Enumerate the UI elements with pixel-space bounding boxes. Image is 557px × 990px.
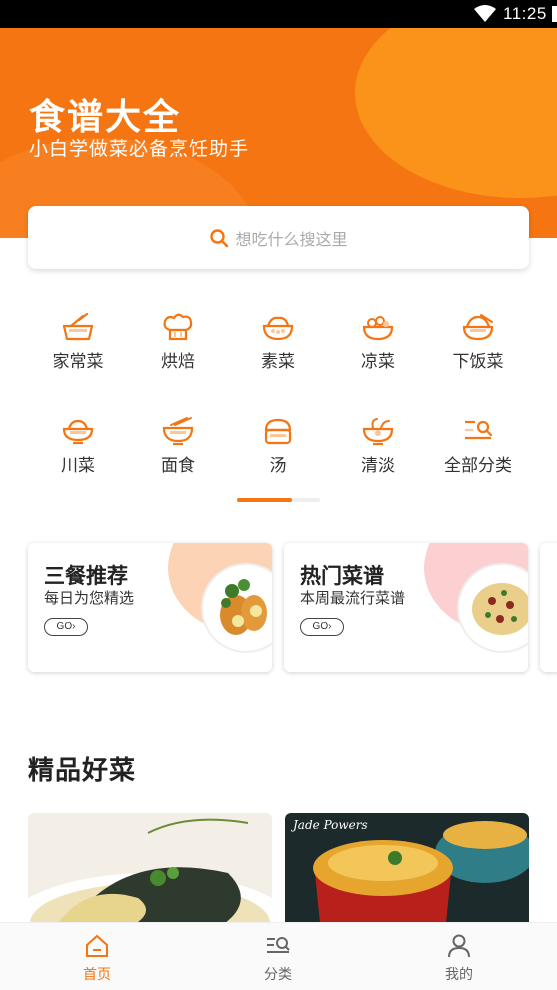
category-label: 汤 <box>269 456 287 476</box>
category-list-icon <box>267 937 290 953</box>
dish-card-image[interactable]: Jade Powers <box>285 813 529 933</box>
app-title: 食谱大全 <box>29 97 182 138</box>
home-cooking-icon <box>62 312 94 341</box>
dish-photo-gratin: Jade Powers <box>285 813 529 933</box>
feature-card-next[interactable] <box>540 543 557 672</box>
category-item-sichuan[interactable]: 川菜 <box>28 416 128 476</box>
user-icon <box>448 934 470 958</box>
feature-card-hot-recipes[interactable]: 热门菜谱 本周最流行菜谱 GO› <box>284 543 528 672</box>
status-time: 11:25 <box>503 4 547 23</box>
section-title: 精品好菜 <box>28 756 137 786</box>
feature-card-title: 热门菜谱 <box>300 564 384 588</box>
category-label: 清淡 <box>361 456 395 476</box>
feature-card-meal-recommend[interactable]: 三餐推荐 每日为您精选 GO› <box>28 543 272 672</box>
category-page-indicator <box>237 498 320 502</box>
category-label: 凉菜 <box>361 352 395 372</box>
category-item-light[interactable]: 清淡 <box>328 416 428 476</box>
category-item-vegetable[interactable]: 素菜 <box>228 312 328 372</box>
hero-decoration <box>355 28 557 198</box>
feature-card-subtitle: 本周最流行菜谱 <box>300 589 406 607</box>
category-label: 烘焙 <box>161 352 195 372</box>
category-item-baking[interactable]: 烘焙 <box>128 312 228 372</box>
feature-card-title: 三餐推荐 <box>44 564 128 588</box>
go-button[interactable]: GO› <box>44 618 88 636</box>
category-label: 川菜 <box>61 456 95 476</box>
category-item-noodles[interactable]: 面食 <box>128 416 228 476</box>
feature-card-subtitle: 每日为您精选 <box>44 589 135 607</box>
baking-chef-hat-icon <box>163 313 193 341</box>
category-item-cold-dish[interactable]: 凉菜 <box>328 312 428 372</box>
battery-icon <box>552 6 557 22</box>
app-subtitle: 小白学做菜必备烹饪助手 <box>29 138 250 160</box>
dish-photo-tofu <box>28 813 272 933</box>
search-icon <box>210 229 229 248</box>
rice-dish-icon <box>462 314 494 341</box>
category-item-home-cooking[interactable]: 家常菜 <box>28 312 128 372</box>
search-bar[interactable]: 想吃什么搜这里 <box>28 206 529 269</box>
category-item-all[interactable]: 全部分类 <box>428 416 528 476</box>
category-label: 全部分类 <box>444 456 512 476</box>
status-bar: 11:25 <box>0 0 557 28</box>
tab-label: 我的 <box>445 967 473 983</box>
category-item-rice-dish[interactable]: 下饭菜 <box>428 312 528 372</box>
category-label: 家常菜 <box>52 352 104 372</box>
soup-pot-icon <box>264 418 292 445</box>
wifi-icon <box>474 5 496 22</box>
all-categories-icon <box>465 420 493 440</box>
fish-dish-image <box>201 563 272 653</box>
tab-label: 首页 <box>83 967 111 983</box>
tab-home[interactable]: 首页 <box>37 933 157 984</box>
home-icon <box>86 934 108 957</box>
light-salad-icon <box>362 418 394 446</box>
go-label: GO <box>56 621 73 632</box>
category-label: 素菜 <box>261 352 295 372</box>
category-label: 下饭菜 <box>452 352 504 372</box>
category-label: 面食 <box>161 456 195 476</box>
dish-card-image[interactable] <box>28 813 272 933</box>
svg-text:Jade Powers: Jade Powers <box>290 818 368 832</box>
search-placeholder: 想吃什么搜这里 <box>235 230 348 249</box>
cold-dish-icon <box>362 316 394 341</box>
sichuan-bowl-icon <box>62 419 94 445</box>
vegetable-dish-icon <box>262 316 294 341</box>
category-item-soup[interactable]: 汤 <box>228 416 328 476</box>
chevron-right-icon: › <box>72 621 76 632</box>
noodle-bowl-icon <box>162 417 194 446</box>
bottom-tab-bar: 首页 分类 我的 <box>0 922 557 990</box>
go-label: GO <box>312 621 329 632</box>
tab-categories[interactable]: 分类 <box>218 933 338 984</box>
tab-label: 分类 <box>264 967 292 983</box>
pasta-dish-image <box>457 563 528 653</box>
chevron-right-icon: › <box>328 621 332 632</box>
go-button[interactable]: GO› <box>300 618 344 636</box>
tab-profile[interactable]: 我的 <box>399 933 519 984</box>
page-indicator-active <box>237 498 292 502</box>
